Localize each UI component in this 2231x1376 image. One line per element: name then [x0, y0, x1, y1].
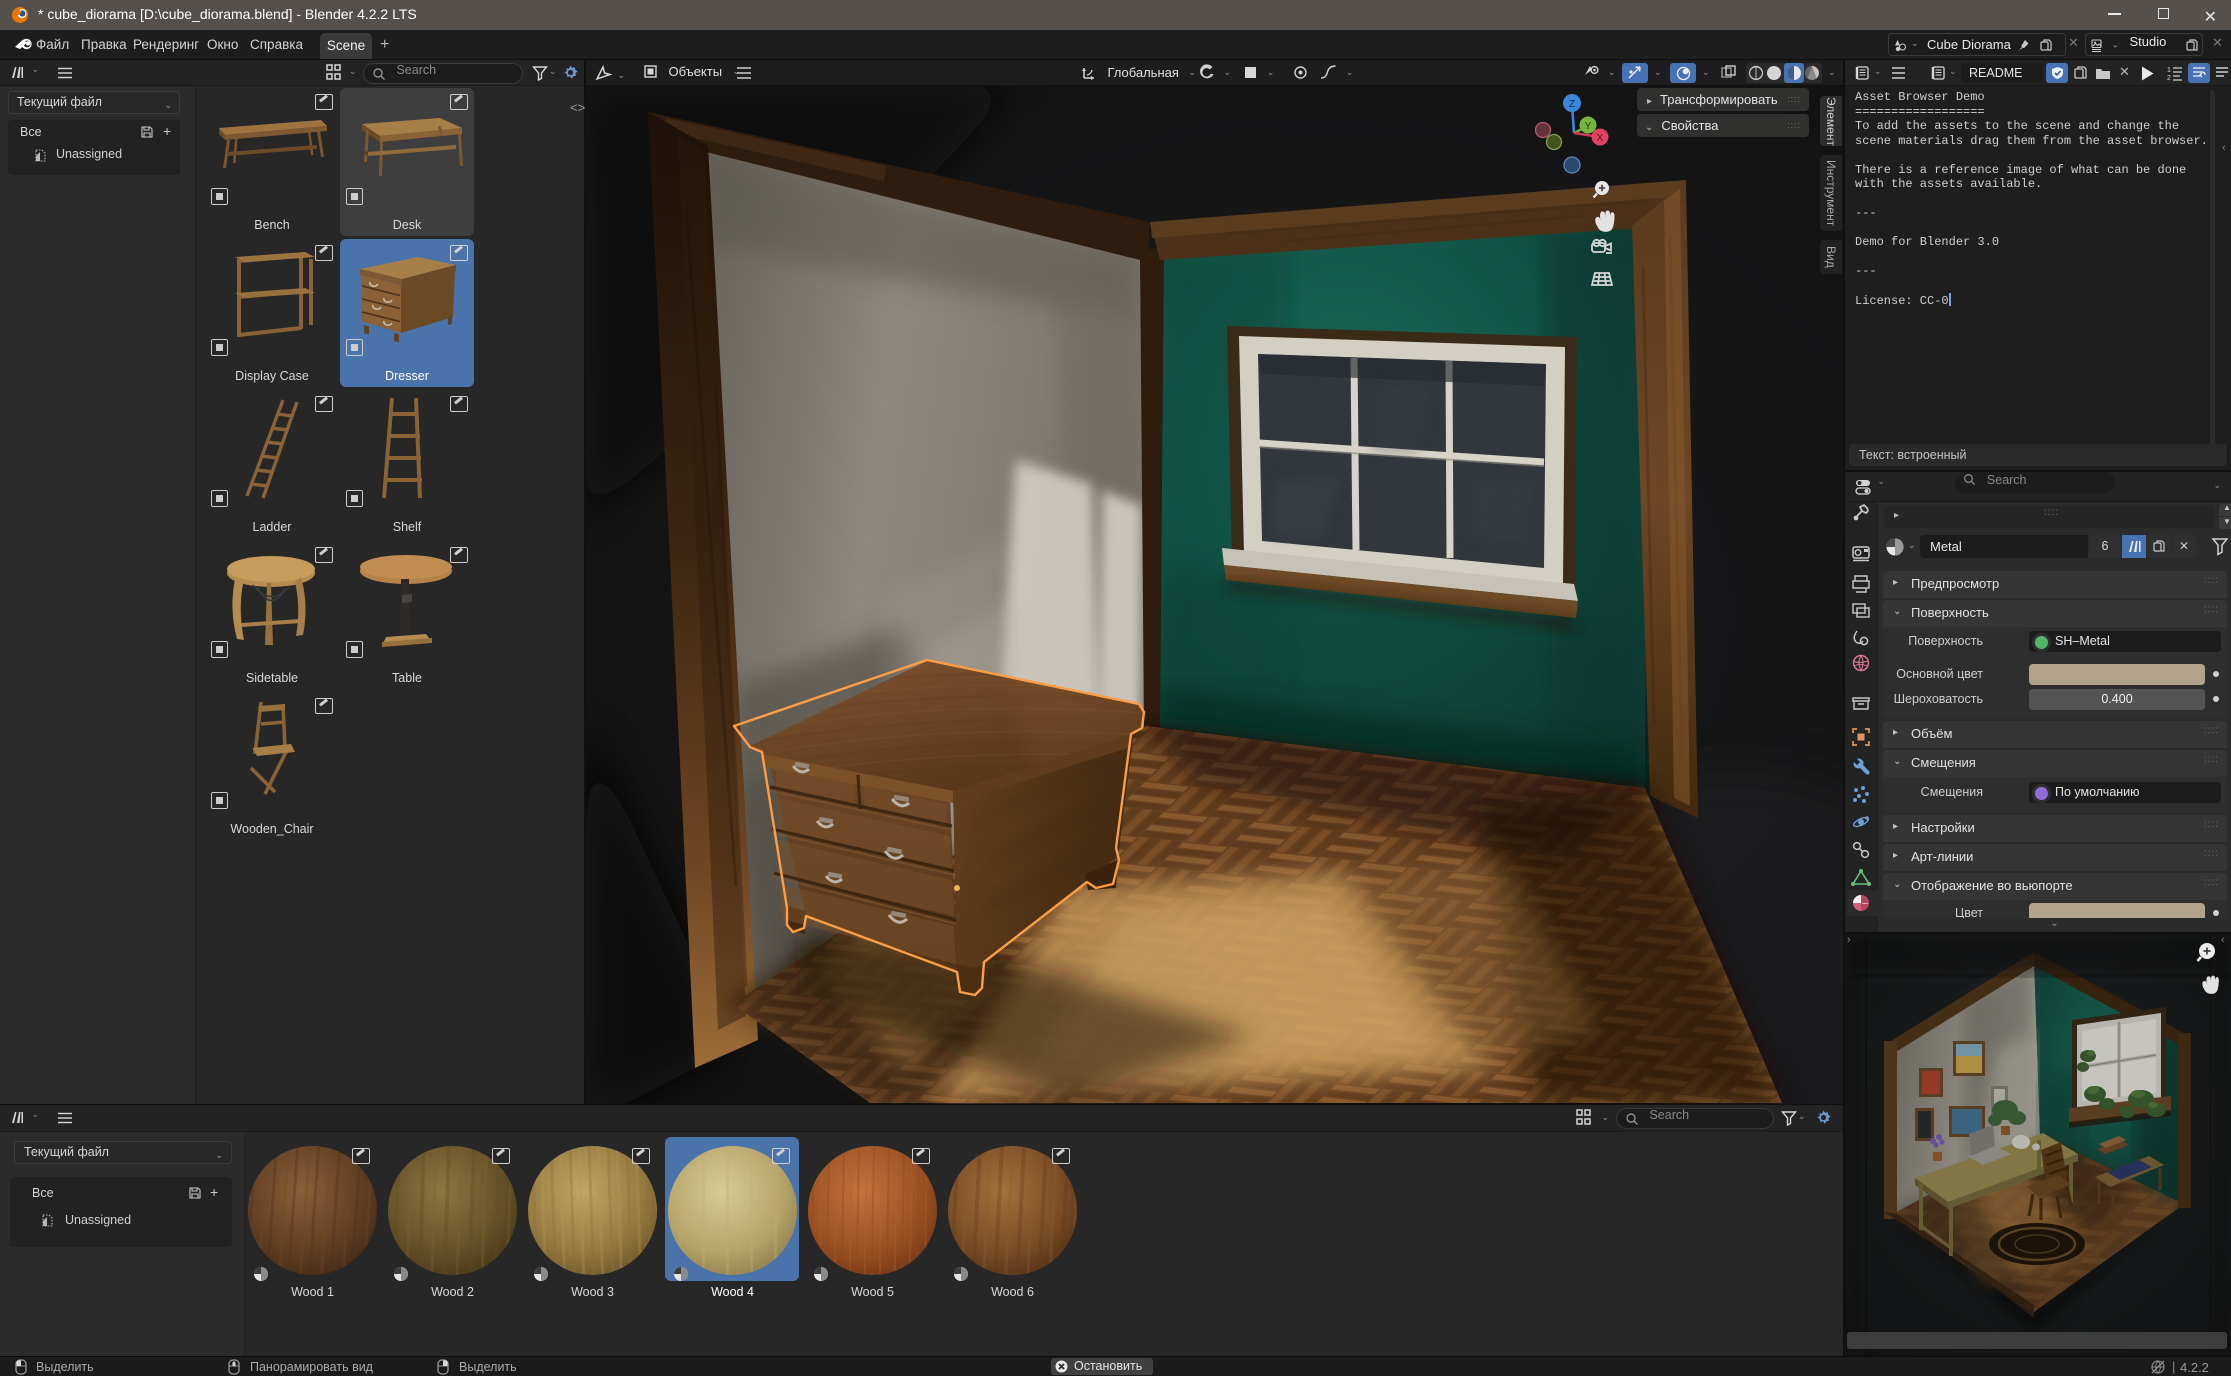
svg-text:X: X [1597, 133, 1604, 144]
svg-text:2: 2 [2167, 75, 2171, 81]
svg-text:Z: Z [1569, 99, 1575, 110]
svg-text:Y: Y [1585, 121, 1592, 132]
svg-text:1: 1 [2167, 67, 2171, 74]
